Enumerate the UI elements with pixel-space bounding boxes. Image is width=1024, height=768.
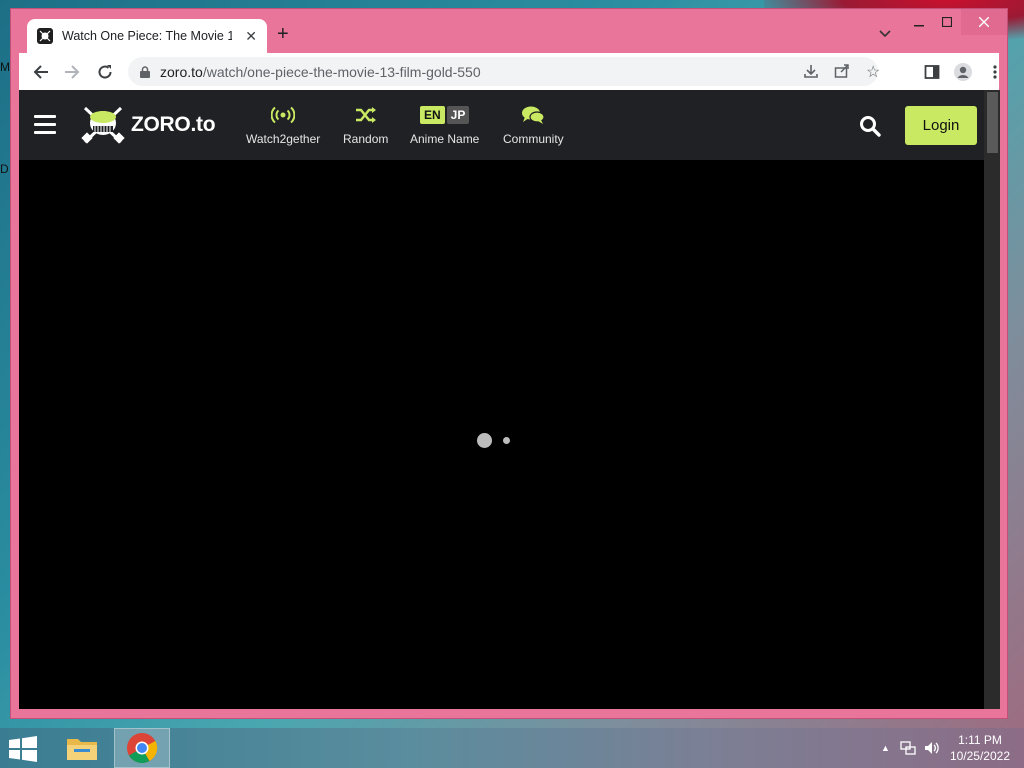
nav-community[interactable]: Community [503, 104, 564, 146]
reload-icon[interactable] [95, 62, 115, 82]
page-scrollbar[interactable] [984, 90, 1000, 709]
chrome-taskbar-button[interactable] [114, 728, 170, 768]
profile-avatar-icon[interactable] [953, 62, 973, 82]
tab-title: Watch One Piece: The Movie 13 [62, 29, 232, 43]
video-loading-spinner-dot [477, 433, 492, 448]
logo-text: ZORO.to [131, 113, 216, 136]
nav-anime-name-toggle[interactable]: EN JP Anime Name [410, 104, 479, 146]
nav-anime-name-label: Anime Name [410, 132, 480, 146]
system-tray: ▲ 1:11 PM 10/25/2022 [881, 728, 1024, 768]
tab-close-icon[interactable]: ✕ [245, 28, 257, 45]
install-app-icon[interactable] [803, 63, 819, 84]
menu-hamburger-icon[interactable] [34, 115, 56, 135]
tab-search-chevron-icon[interactable] [879, 25, 891, 43]
windows-logo-icon [9, 736, 37, 762]
browser-tab[interactable]: Watch One Piece: The Movie 13 ✕ [27, 19, 267, 53]
site-logo[interactable]: ZORO.to [81, 104, 216, 146]
taskbar: ▲ 1:11 PM 10/25/2022 [0, 728, 1024, 768]
site-header: ZORO.to Watch2gether Random EN JP Anime … [19, 90, 992, 160]
close-window-button[interactable] [961, 9, 1007, 35]
nav-random-label: Random [343, 132, 389, 146]
desktop-icon-label-d[interactable]: D [0, 162, 9, 176]
browser-window: Watch One Piece: The Movie 13 ✕ + zoro.t… [10, 8, 1008, 719]
broadcast-icon [246, 104, 320, 126]
volume-icon[interactable] [924, 741, 940, 755]
back-icon[interactable] [31, 62, 51, 82]
share-icon[interactable] [834, 63, 850, 84]
lock-icon[interactable] [140, 65, 150, 83]
bookmark-star-icon[interactable]: ☆ [866, 62, 880, 82]
video-loading-spinner-dot [503, 437, 510, 444]
side-panel-icon[interactable] [922, 62, 942, 82]
clock[interactable]: 1:11 PM 10/25/2022 [950, 732, 1010, 764]
zoro-favicon-icon [37, 28, 53, 44]
minimize-icon [914, 25, 924, 27]
window-controls [905, 9, 1007, 35]
chat-bubbles-icon [503, 104, 564, 126]
language-toggle[interactable]: EN JP [410, 104, 479, 126]
address-bar[interactable]: zoro.to/watch/one-piece-the-movie-13-fil… [128, 57, 880, 86]
chrome-icon [127, 733, 158, 764]
start-button[interactable] [8, 736, 38, 767]
lang-jp-option[interactable]: JP [446, 106, 470, 124]
desktop-icon-label-m[interactable]: M [0, 60, 10, 74]
minimize-button[interactable] [905, 9, 933, 35]
url-text[interactable]: zoro.to/watch/one-piece-the-movie-13-fil… [160, 64, 481, 80]
browser-toolbar: zoro.to/watch/one-piece-the-movie-13-fil… [19, 53, 999, 90]
forward-icon[interactable] [62, 62, 82, 82]
page-viewport: ZORO.to Watch2gether Random EN JP Anime … [19, 90, 1000, 709]
close-icon [979, 17, 989, 27]
nav-watch2gether-label: Watch2gether [246, 132, 321, 146]
more-menu-icon[interactable] [985, 62, 1005, 82]
shuffle-icon [343, 104, 388, 126]
login-button[interactable]: Login [905, 106, 977, 145]
skull-swords-logo-icon [81, 106, 125, 144]
folder-icon [67, 739, 97, 760]
site-search-icon[interactable] [859, 115, 881, 142]
nav-random[interactable]: Random [343, 104, 388, 146]
show-hidden-icons-chevron-icon[interactable]: ▲ [881, 743, 890, 753]
nav-watch2gether[interactable]: Watch2gether [246, 104, 320, 146]
new-tab-icon[interactable]: + [277, 23, 289, 46]
lang-en-option[interactable]: EN [420, 106, 445, 124]
nav-community-label: Community [503, 132, 564, 146]
maximize-button[interactable] [933, 9, 961, 35]
scrollbar-thumb[interactable] [987, 92, 998, 153]
clock-time: 1:11 PM [958, 733, 1002, 747]
network-icon[interactable] [900, 741, 916, 755]
file-explorer-taskbar-button[interactable] [54, 728, 110, 768]
clock-date: 10/25/2022 [949, 749, 1010, 763]
maximize-icon [942, 17, 952, 27]
